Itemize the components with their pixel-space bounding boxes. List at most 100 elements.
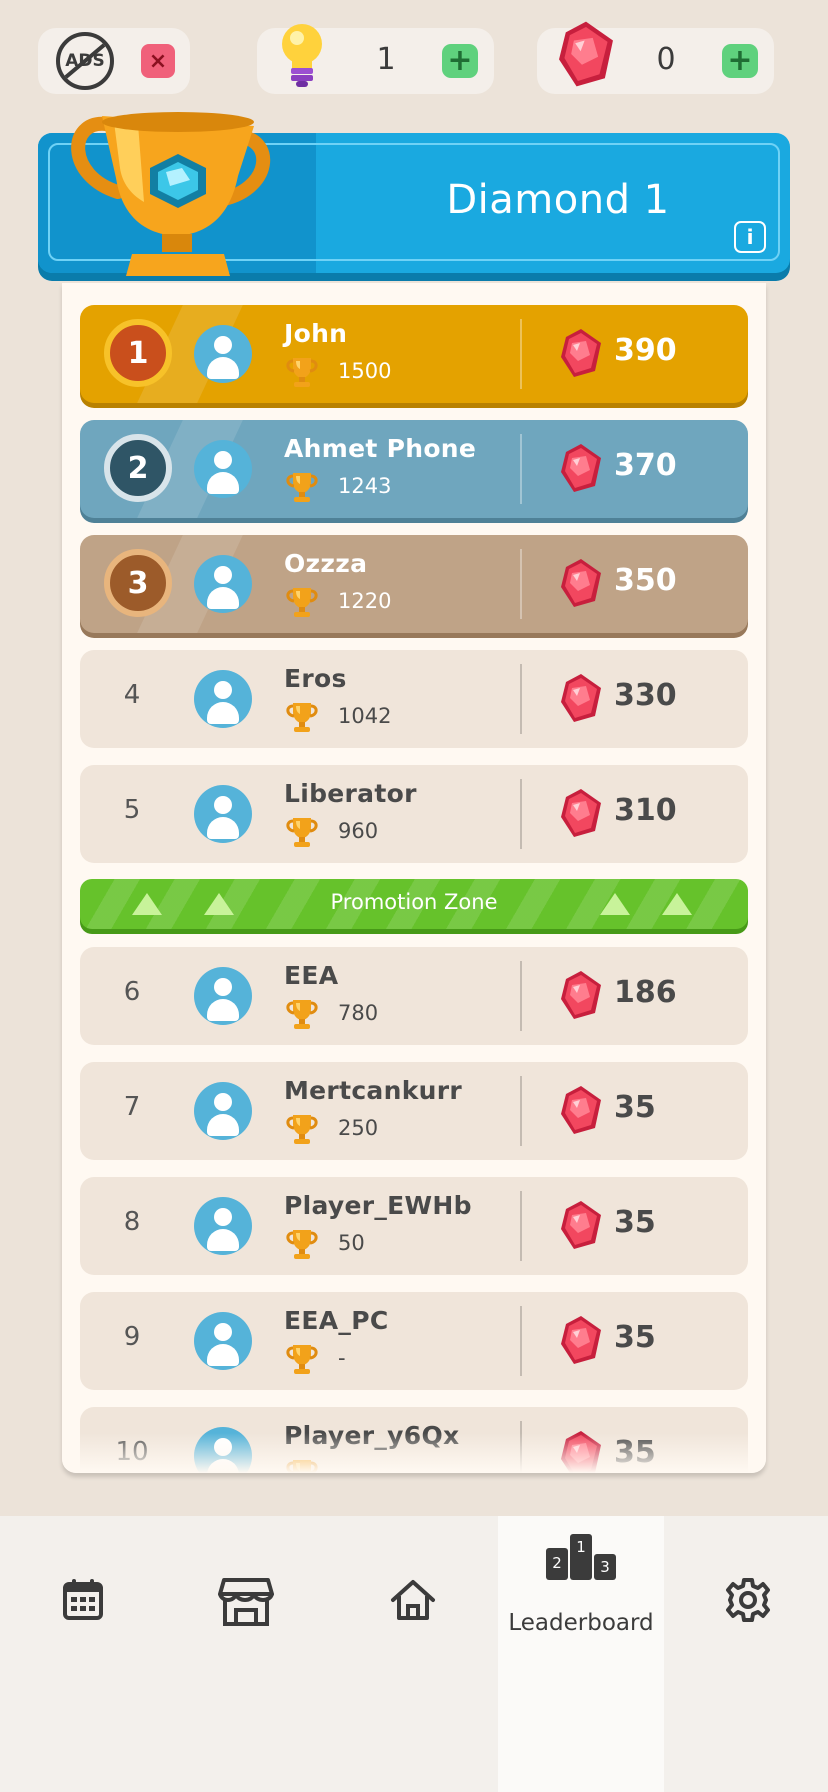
avatar-icon	[194, 440, 252, 498]
gems-panel: 0 +	[537, 28, 774, 94]
player-name: EEA_PC	[284, 1306, 389, 1335]
add-gems-button[interactable]: +	[722, 44, 758, 78]
bronze-medal-icon: 3	[104, 549, 172, 617]
gear-icon	[726, 1578, 770, 1622]
gem-icon	[555, 18, 617, 90]
trophy-icon	[284, 355, 320, 389]
avatar-icon	[194, 1082, 252, 1140]
promotion-zone-banner: Promotion Zone	[80, 879, 748, 929]
trophy-icon	[284, 1227, 320, 1261]
gems-count: 0	[656, 42, 676, 77]
trophy-icon	[284, 700, 320, 734]
row-divider	[520, 961, 522, 1031]
trophy-icon	[284, 585, 320, 619]
gem-icon	[558, 1199, 604, 1251]
avatar-icon	[194, 1312, 252, 1370]
rank-number: 6	[123, 977, 141, 1007]
rank-number: 4	[123, 680, 141, 710]
gem-icon	[558, 1084, 604, 1136]
rank-number: 9	[123, 1322, 141, 1352]
trophy-count: 1500	[338, 359, 392, 383]
nav-settings[interactable]	[664, 1516, 828, 1792]
gem-count: 35	[614, 1205, 656, 1240]
podium-icon: 2 1 3	[546, 1534, 616, 1580]
nav-leaderboard-label: Leaderboard	[508, 1610, 654, 1636]
row-divider	[520, 434, 522, 504]
leaderboard-row[interactable]: 2 Ahmet Phone 1243 370	[80, 420, 748, 518]
gem-icon	[558, 557, 604, 609]
avatar-icon	[194, 325, 252, 383]
nav-shop[interactable]	[166, 1516, 332, 1792]
row-divider	[520, 1306, 522, 1376]
trophy-icon	[284, 815, 320, 849]
gem-count: 330	[614, 678, 677, 713]
avatar-icon	[194, 555, 252, 613]
avatar-icon	[194, 785, 252, 843]
trophy-count: 1220	[338, 589, 392, 613]
leaderboard-row[interactable]: 8 Player_EWHb 50 35	[80, 1177, 748, 1275]
leaderboard-row[interactable]: 7 Mertcankurr 250 35	[80, 1062, 748, 1160]
currency-bar: ADS × 1 + 0 +	[0, 0, 828, 110]
list-fade	[62, 1433, 766, 1473]
trophy-count: 50	[338, 1231, 365, 1255]
trophy-icon	[284, 997, 320, 1031]
gem-count: 370	[614, 448, 677, 483]
rank-number: 7	[123, 1092, 141, 1122]
home-icon	[391, 1580, 435, 1620]
add-hints-button[interactable]: +	[442, 44, 478, 78]
plus-icon: +	[447, 43, 473, 78]
row-divider	[520, 779, 522, 849]
trophy-count: 780	[338, 1001, 379, 1025]
silver-medal-icon: 2	[104, 434, 172, 502]
nav-home[interactable]	[332, 1516, 498, 1792]
avatar-icon	[194, 1197, 252, 1255]
remove-ads-panel[interactable]: ADS ×	[38, 28, 190, 94]
leaderboard-row[interactable]: 5 Liberator 960 310	[80, 765, 748, 863]
gem-icon	[558, 327, 604, 379]
leaderboard-row[interactable]: 4 Eros 1042 330	[80, 650, 748, 748]
info-icon[interactable]: i	[734, 221, 766, 253]
row-divider	[520, 319, 522, 389]
close-icon[interactable]: ×	[141, 44, 175, 78]
player-name: John	[284, 319, 348, 348]
avatar-icon	[194, 670, 252, 728]
player-name: EEA	[284, 961, 339, 990]
leaderboard-row[interactable]: 1 John 1500 390	[80, 305, 748, 403]
row-divider	[520, 1076, 522, 1146]
nav-leaderboard[interactable]: 2 1 3 Leaderboard	[498, 1516, 664, 1792]
avatar-icon	[194, 967, 252, 1025]
trophy-icon	[284, 1342, 320, 1376]
nav-calendar[interactable]	[0, 1516, 166, 1792]
row-divider	[520, 664, 522, 734]
gem-icon	[558, 969, 604, 1021]
trophy-count: 1042	[338, 704, 392, 728]
lightbulb-icon	[282, 24, 322, 87]
gem-count: 35	[614, 1320, 656, 1355]
bottom-navigation: 2 1 3 Leaderboard	[0, 1516, 828, 1792]
trophy-count: 250	[338, 1116, 379, 1140]
leaderboard-row[interactable]: 6 EEA 780 186	[80, 947, 748, 1045]
gem-count: 390	[614, 333, 677, 368]
rank-number: 5	[123, 795, 141, 825]
gem-count: 186	[614, 975, 677, 1010]
row-divider	[520, 549, 522, 619]
rank-number: 8	[123, 1207, 141, 1237]
leaderboard-row[interactable]: 9 EEA_PC - 35	[80, 1292, 748, 1390]
league-title: Diamond 1	[446, 177, 670, 223]
player-name: Ozzza	[284, 549, 368, 578]
player-name: Eros	[284, 664, 347, 693]
trophy-icon	[284, 470, 320, 504]
leaderboard-list[interactable]: 1 John 1500 390 2 Ahmet Phone 1243 370 3…	[62, 283, 766, 1473]
no-ads-icon: ADS	[56, 32, 114, 90]
arrow-up-icon	[662, 893, 692, 915]
gem-icon	[558, 787, 604, 839]
trophy-count: 1243	[338, 474, 392, 498]
leaderboard-row[interactable]: 3 Ozzza 1220 350	[80, 535, 748, 633]
shop-icon	[218, 1578, 274, 1626]
trophy-icon	[284, 1112, 320, 1146]
podium-2: 2	[546, 1548, 568, 1580]
gem-icon	[558, 1314, 604, 1366]
plus-icon: +	[727, 43, 753, 78]
gem-icon	[558, 442, 604, 494]
player-name: Liberator	[284, 779, 417, 808]
